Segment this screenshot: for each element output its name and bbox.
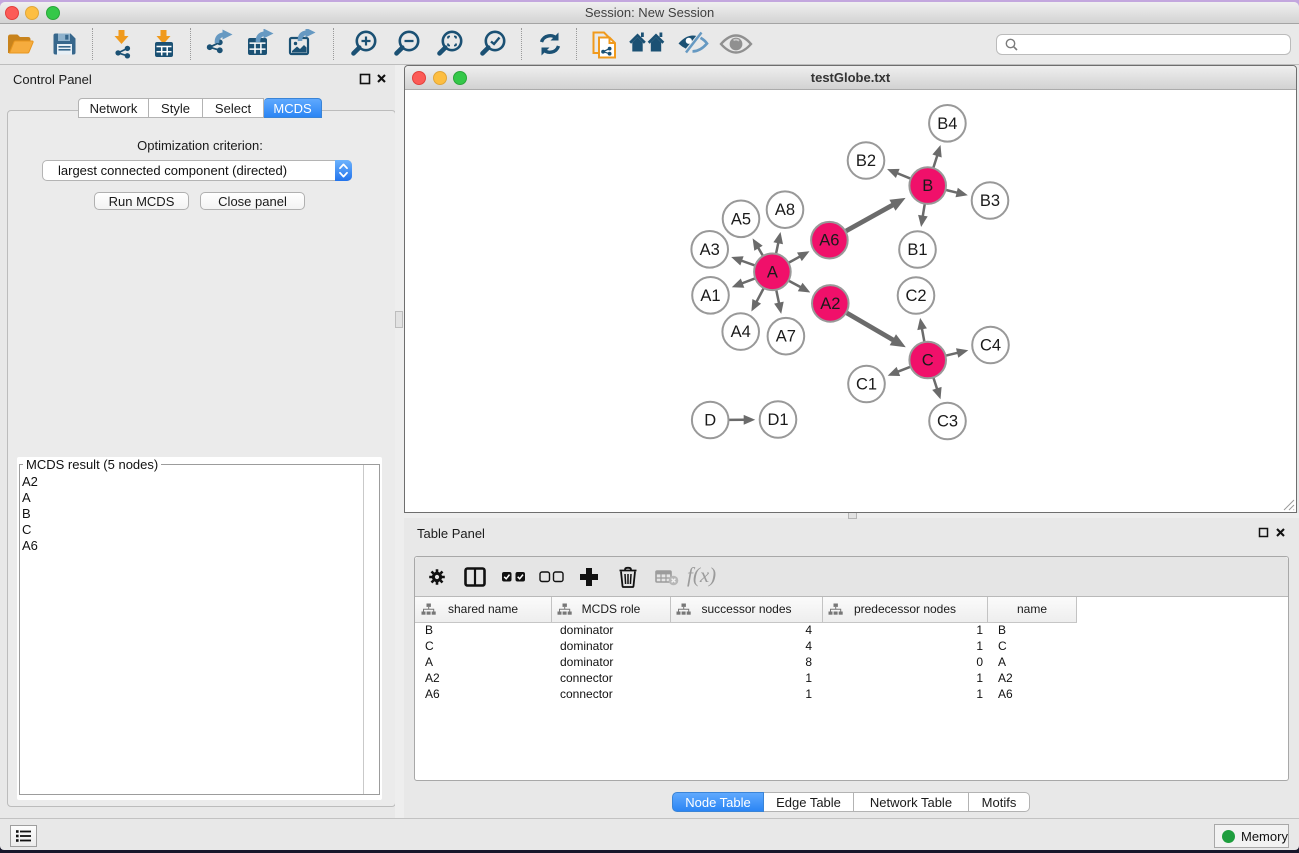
svg-text:A5: A5: [731, 210, 751, 228]
svg-text:A4: A4: [731, 323, 751, 341]
svg-text:B1: B1: [907, 241, 927, 259]
svg-text:A8: A8: [775, 201, 795, 219]
svg-text:D1: D1: [767, 411, 788, 429]
svg-text:B: B: [922, 177, 933, 195]
svg-text:D: D: [704, 412, 716, 430]
svg-text:A6: A6: [819, 232, 839, 250]
svg-text:B3: B3: [980, 192, 1000, 210]
svg-text:A7: A7: [776, 328, 796, 346]
svg-text:C4: C4: [980, 337, 1001, 355]
svg-text:C: C: [922, 352, 934, 370]
svg-text:A1: A1: [700, 287, 720, 305]
svg-text:C1: C1: [856, 376, 877, 394]
svg-text:A2: A2: [820, 295, 840, 313]
svg-text:C2: C2: [905, 287, 926, 305]
svg-text:A: A: [767, 263, 778, 281]
svg-text:C3: C3: [937, 413, 958, 431]
svg-text:B2: B2: [856, 152, 876, 170]
svg-text:B4: B4: [937, 115, 957, 133]
svg-text:A3: A3: [700, 241, 720, 259]
